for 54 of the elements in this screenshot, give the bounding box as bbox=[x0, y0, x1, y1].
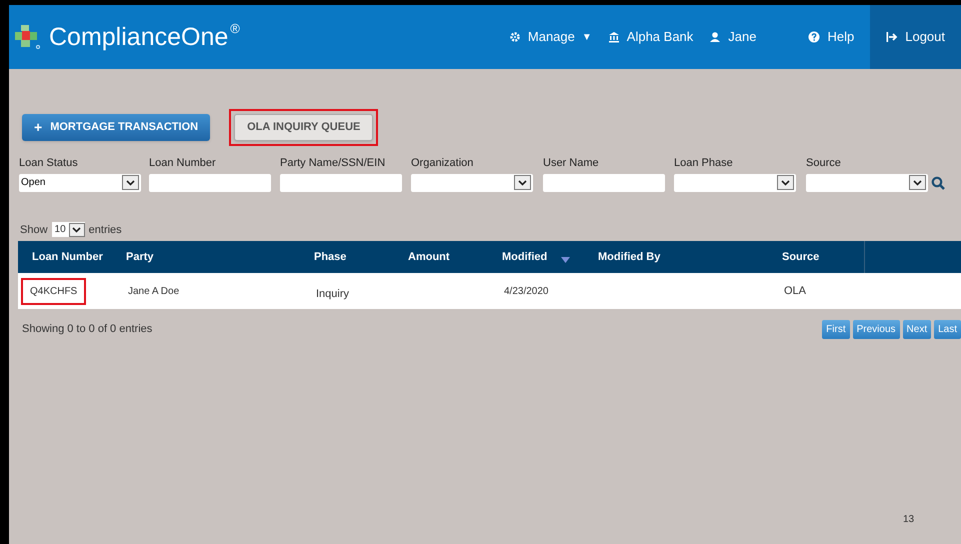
table-cell-text: 4/23/2020 bbox=[503, 284, 550, 298]
filter-label: Source bbox=[806, 156, 842, 171]
nav-link[interactable]: Manage ▼ bbox=[508, 27, 592, 47]
logo-text: ComplianceOne bbox=[49, 22, 228, 52]
help-icon bbox=[808, 31, 820, 43]
table-cell-text: Inquiry bbox=[315, 286, 350, 302]
table-cell: Q4KCHFS bbox=[21, 278, 86, 304]
search-icon bbox=[931, 176, 945, 190]
table-cell-text: Jane A Doe bbox=[127, 284, 180, 298]
table-info: Showing 0 to 0 of 0 entries bbox=[22, 322, 152, 338]
dropdown-field[interactable] bbox=[806, 174, 928, 192]
column-header[interactable]: Loan Number bbox=[32, 248, 103, 266]
filter-label: Loan Phase bbox=[674, 156, 734, 171]
chevron-down-icon bbox=[913, 180, 922, 186]
chevron-down-icon bbox=[518, 180, 527, 186]
page-number: 13 bbox=[903, 513, 914, 527]
column-header[interactable]: Modified bbox=[502, 248, 548, 266]
column-header[interactable]: Phase bbox=[314, 248, 346, 266]
column-header[interactable]: Modified By bbox=[598, 248, 660, 266]
column-header[interactable]: Source bbox=[782, 248, 820, 266]
registered-mark: ® bbox=[230, 22, 240, 36]
user-icon bbox=[709, 31, 722, 43]
chevron-down-icon bbox=[126, 180, 135, 186]
nav-link[interactable]: Alpha Bank bbox=[608, 27, 694, 47]
input-field[interactable] bbox=[543, 174, 665, 192]
nav-link[interactable]: Help bbox=[808, 27, 854, 47]
logout-icon bbox=[886, 31, 898, 43]
sort-arrow-icon bbox=[561, 257, 570, 263]
column-header[interactable]: Party bbox=[126, 248, 154, 266]
chevron-down-icon bbox=[72, 226, 82, 233]
logo-icon bbox=[13, 23, 41, 51]
search-button[interactable] bbox=[931, 176, 945, 190]
dropdown-field[interactable] bbox=[411, 174, 533, 192]
length-label: entries bbox=[88, 222, 122, 238]
gear-icon bbox=[508, 31, 521, 43]
chevron-down-icon bbox=[781, 180, 790, 186]
filter-label: Loan Status bbox=[19, 156, 79, 171]
bank-icon bbox=[608, 31, 620, 43]
table-cell-text: OLA bbox=[783, 284, 808, 299]
nav-link[interactable]: Jane bbox=[709, 27, 756, 47]
dropdown-field[interactable] bbox=[674, 174, 796, 192]
pagination-button[interactable]: Last bbox=[934, 320, 961, 339]
input-field[interactable] bbox=[149, 174, 271, 192]
input-field[interactable] bbox=[280, 174, 402, 192]
table-row[interactable]: Q4KCHFS Jane A Doe Inquiry 4/23/2020 OLA bbox=[18, 273, 961, 309]
filter-label: User Name bbox=[543, 156, 600, 171]
filter-label: Loan Number bbox=[149, 156, 217, 171]
entries-dropdown[interactable]: 10 bbox=[52, 222, 85, 238]
column-header[interactable]: Amount bbox=[408, 248, 450, 266]
filter-label: Party Name/SSN/EIN bbox=[280, 156, 386, 171]
length-label: Show bbox=[20, 222, 48, 238]
action-button[interactable]: OLA INQUIRY QUEUE bbox=[229, 109, 378, 146]
filter-label: Organization bbox=[411, 156, 474, 171]
dropdown-field[interactable]: Open bbox=[19, 174, 141, 192]
